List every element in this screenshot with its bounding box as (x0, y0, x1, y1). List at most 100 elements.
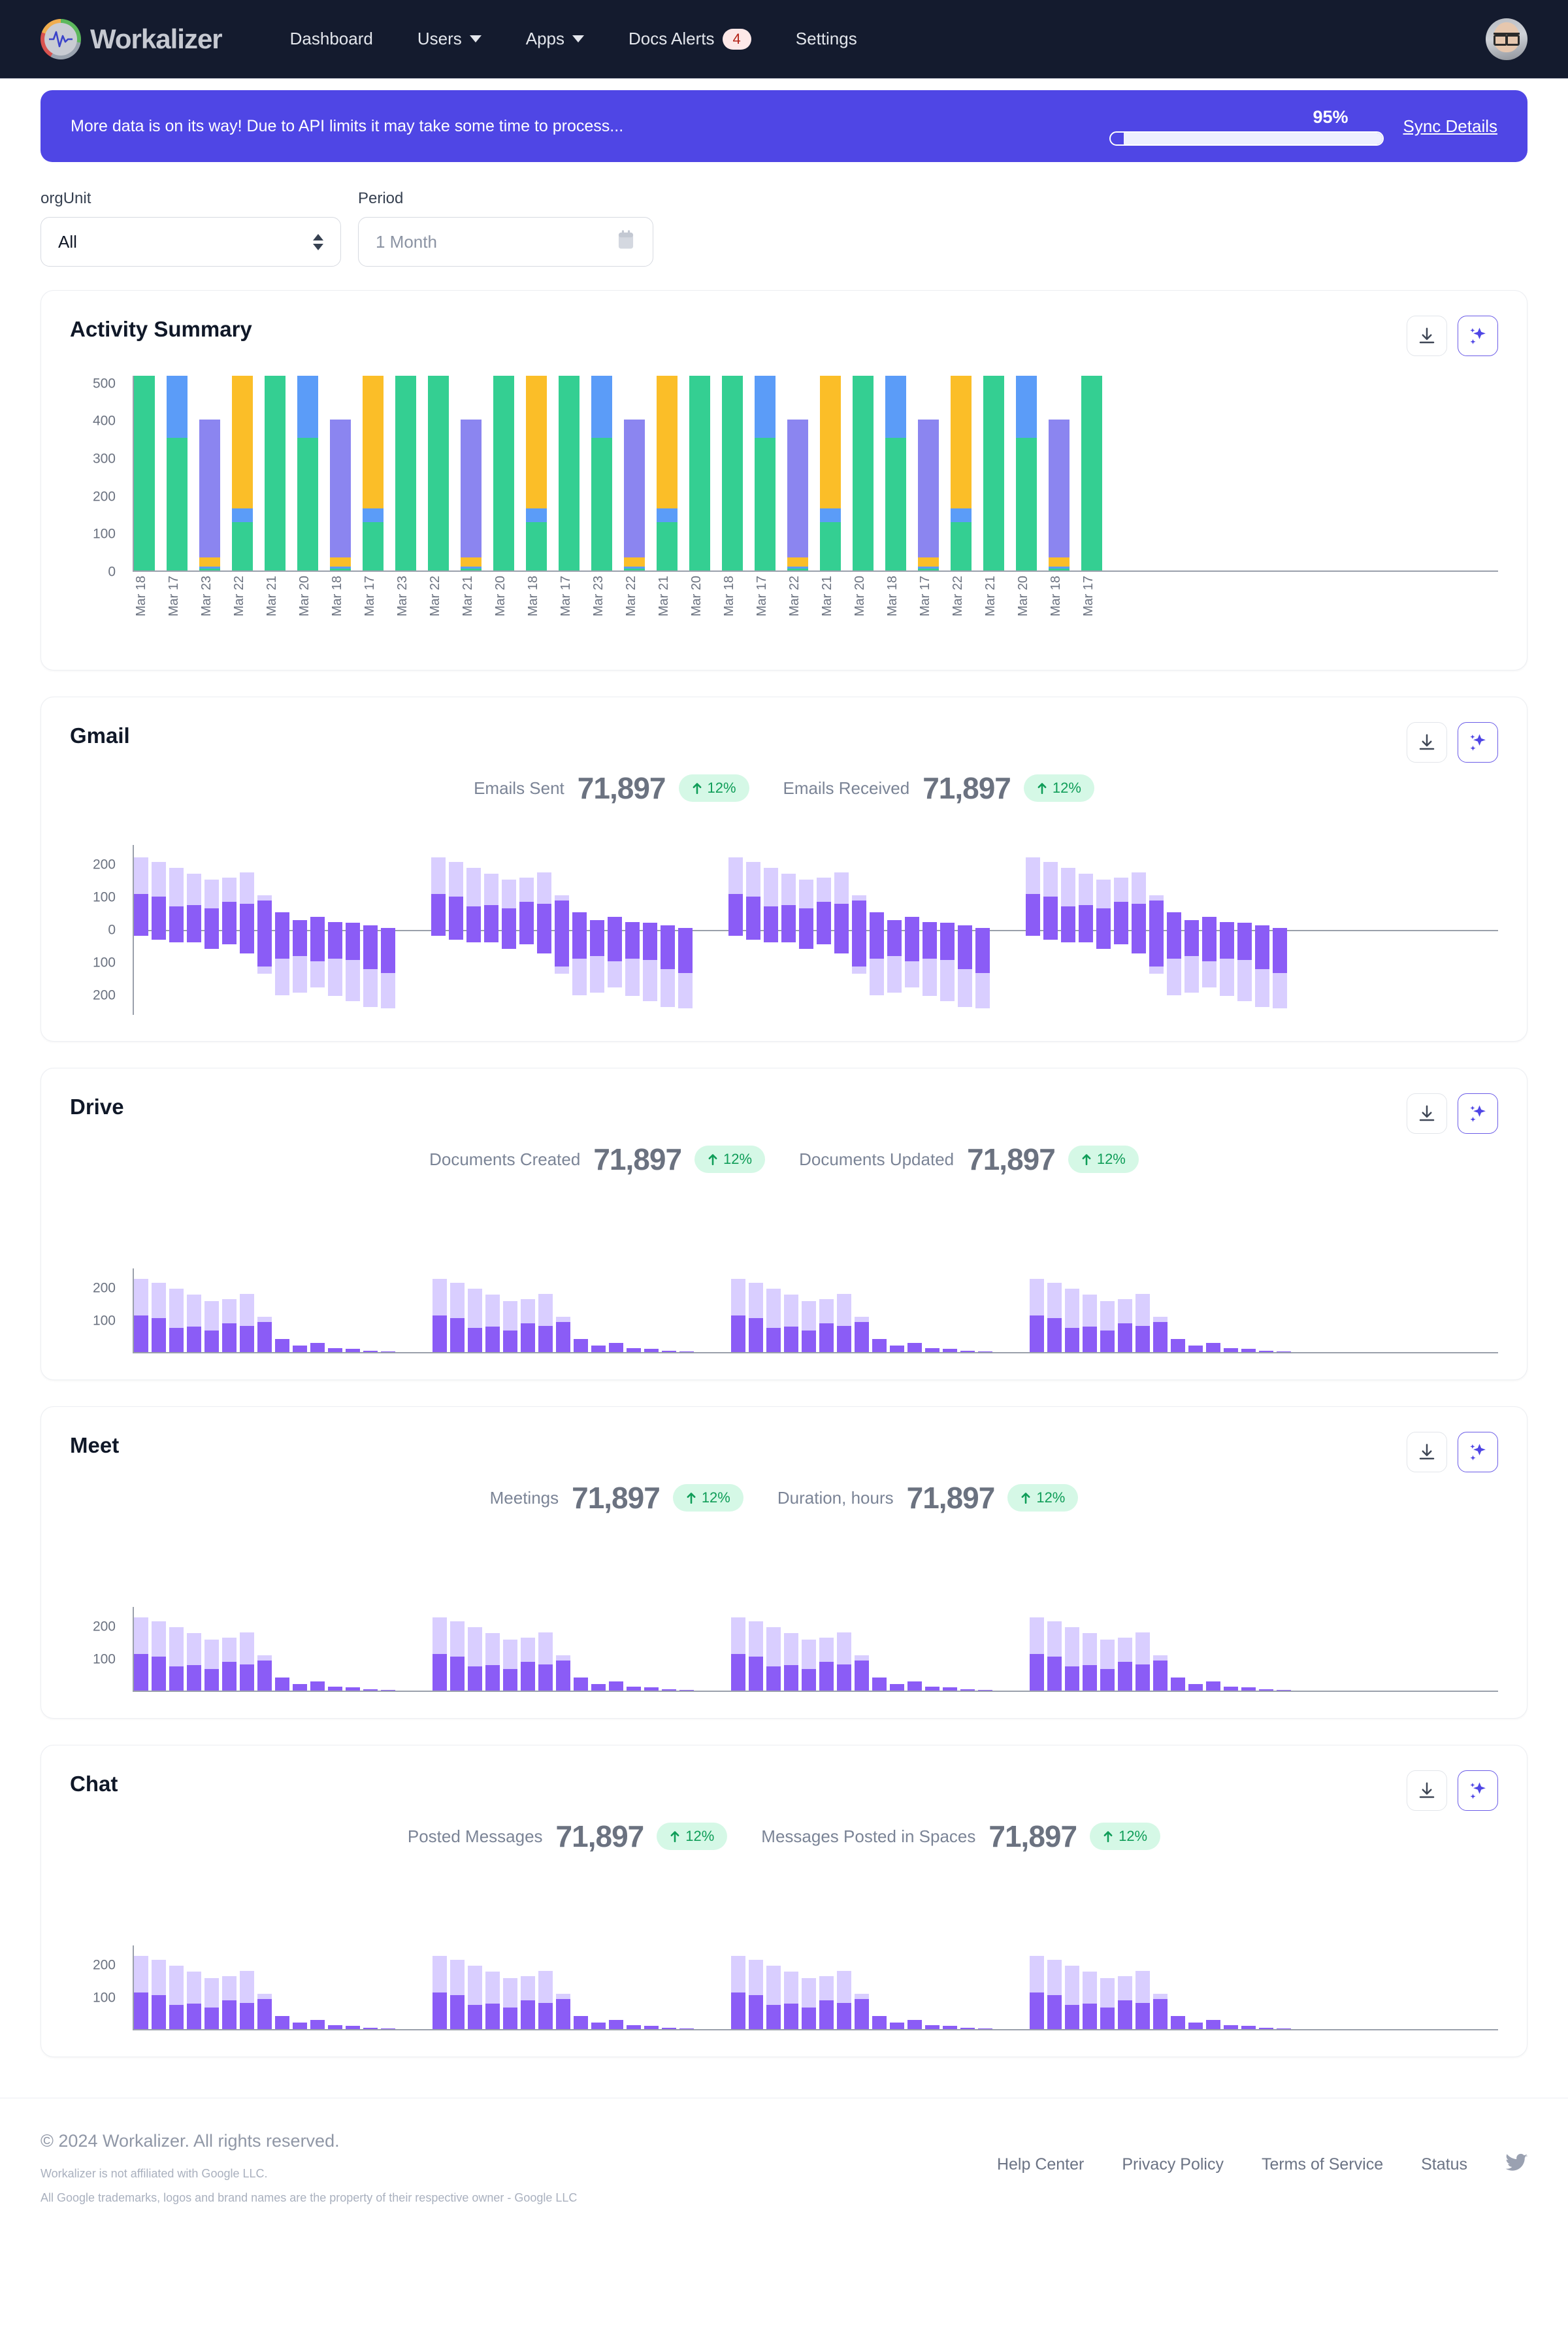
bar-segment-primary (837, 1326, 851, 1353)
bar-segment-sent (958, 930, 972, 969)
bar-column (450, 1283, 465, 1353)
bar-column (257, 1317, 272, 1352)
bar-segment-primary (1241, 2026, 1256, 2029)
bar-column (381, 1351, 395, 1353)
ai-insights-button[interactable] (1458, 1432, 1498, 1472)
bar-column (870, 845, 884, 1015)
download-button[interactable] (1407, 722, 1447, 763)
bar-column (978, 2028, 992, 2030)
bar-segment-sent (799, 930, 813, 949)
twitter-icon[interactable] (1505, 2153, 1527, 2176)
bar-positive (431, 857, 446, 930)
ai-insights-button[interactable] (1458, 722, 1498, 763)
bar-segment-sent (870, 912, 884, 931)
nav-item-apps[interactable]: Apps (504, 0, 606, 78)
period-input[interactable]: 1 Month (358, 217, 653, 267)
nav-item-settings[interactable]: Settings (774, 0, 879, 78)
nav-item-users[interactable]: Users (395, 0, 504, 78)
cards-container: Activity Summary 0100200300400500 (0, 267, 1568, 2057)
footer-link-help-center[interactable]: Help Center (997, 2155, 1084, 2174)
bar-segment-yellow (1049, 557, 1070, 567)
bar-column (855, 1317, 869, 1352)
bar-segment-received (204, 880, 219, 908)
download-button[interactable] (1407, 1432, 1447, 1472)
bar-segment-sent (169, 930, 184, 942)
bar-negative (293, 930, 307, 993)
download-button[interactable] (1407, 1770, 1447, 1811)
footer-link-terms-of-service[interactable]: Terms of Service (1262, 2155, 1383, 2174)
x-tick-label: Mar 18 (526, 576, 547, 616)
bar-segment-primary (925, 1348, 939, 1353)
bar-segment-received (834, 872, 849, 904)
bar-segment-primary (1047, 1995, 1062, 2030)
bar-segment-secondary (731, 1956, 745, 1992)
download-button[interactable] (1407, 1093, 1447, 1134)
bar-segment-primary (556, 1661, 570, 1691)
x-tick-label: Mar 20 (853, 576, 874, 616)
bar-segment-secondary (1100, 1978, 1115, 2008)
x-tick-label: Mar 21 (657, 576, 678, 616)
bar-negative (625, 930, 640, 996)
bar-column (1149, 845, 1164, 1015)
metric-delta-text: 12% (685, 1828, 714, 1845)
bar-column (1132, 845, 1146, 1015)
bar-negative (1184, 930, 1199, 993)
bar-segment-primary (1135, 1664, 1150, 1691)
metric-value: 71,897 (593, 1142, 681, 1177)
bar-segment-green (461, 569, 482, 570)
bar-column (204, 1301, 219, 1353)
bar-column (764, 845, 778, 1015)
bar-segment-primary (328, 2025, 342, 2030)
ai-insights-button[interactable] (1458, 1770, 1498, 1811)
ai-insights-button[interactable] (1458, 316, 1498, 356)
bar-column (872, 1678, 887, 1691)
download-button[interactable] (1407, 316, 1447, 356)
y-tick-label: 100 (93, 891, 116, 904)
bar-segment-sent (1149, 930, 1164, 967)
bar-positive (466, 868, 481, 931)
bar-positive (817, 878, 831, 930)
bar-column (485, 1972, 500, 2029)
bar-negative (1237, 930, 1252, 1001)
bar-segment-secondary (802, 1301, 816, 1331)
bar-positive (1061, 868, 1075, 931)
bar-segment-sent (1167, 912, 1181, 931)
x-tick-label: Mar 21 (983, 576, 1004, 616)
bar-segment-sent (643, 923, 657, 930)
bar-segment-secondary (802, 1978, 816, 2008)
bar-segment-primary (328, 1687, 342, 1691)
bar-segment-sent (590, 930, 604, 956)
orgunit-select[interactable]: All (41, 217, 341, 267)
bar-group (134, 1268, 399, 1352)
bar-segment-sent (1167, 930, 1181, 959)
ai-insights-button[interactable] (1458, 1093, 1498, 1134)
bar-negative (1043, 930, 1058, 940)
footer-link-privacy-policy[interactable]: Privacy Policy (1122, 2155, 1224, 2174)
bar-column (1118, 1638, 1132, 1691)
footer-link-status[interactable]: Status (1421, 2155, 1467, 2174)
bar-column (1237, 845, 1252, 1015)
arrow-up-icon (708, 1153, 718, 1165)
bar-segment-secondary (169, 1627, 184, 1666)
bar-segment-secondary (1083, 1972, 1097, 2004)
bar-column (572, 845, 587, 1015)
bar-segment-blue (1016, 376, 1037, 438)
bar-column (521, 1638, 535, 1691)
bar-column (1118, 1976, 1132, 2029)
bar-segment-primary (521, 1323, 535, 1352)
bar-segment-secondary (1030, 1956, 1044, 1992)
bar-group (731, 1268, 996, 1352)
bar-column (222, 1976, 237, 2029)
nav-item-dashboard[interactable]: Dashboard (268, 0, 395, 78)
avatar[interactable] (1486, 18, 1527, 60)
bar-segment-sent (1202, 930, 1217, 961)
sync-details-link[interactable]: Sync Details (1403, 116, 1498, 137)
bar-segment-primary (943, 1349, 957, 1352)
nav-item-docs-alerts[interactable]: Docs Alerts 4 (606, 0, 774, 78)
bar-positive (870, 912, 884, 931)
bar-segment-sent (1079, 930, 1093, 942)
bar-segment-sent (728, 930, 743, 936)
brand[interactable]: Workalizer (41, 19, 222, 59)
metric-label: Documents Created (429, 1149, 580, 1170)
bar-segment-primary (802, 1669, 816, 1691)
